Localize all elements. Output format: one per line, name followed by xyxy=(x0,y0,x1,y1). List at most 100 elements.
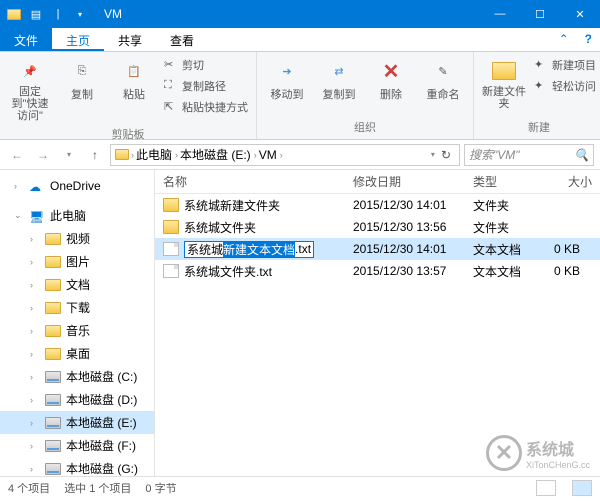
help-icon[interactable]: ? xyxy=(577,28,600,51)
path-icon: ⛶ xyxy=(164,79,178,93)
ribbon-tabs: 文件 主页 共享 查看 ⌃ ? xyxy=(0,28,600,52)
refresh-button[interactable]: ↻ xyxy=(437,148,455,162)
window-title: VM xyxy=(94,7,480,21)
back-button[interactable]: ← xyxy=(6,144,28,166)
file-row[interactable]: 系统城新建文件夹 2015/12/30 14:01 文件夹 xyxy=(155,194,600,216)
pc-icon: 🖥 xyxy=(29,210,45,222)
qat-dropdown-icon[interactable]: ▾ xyxy=(72,6,88,22)
easy-access-icon: ✦ xyxy=(534,79,548,93)
cloud-icon: ☁ xyxy=(29,180,45,192)
tree-downloads[interactable]: ›下载 xyxy=(0,296,154,319)
tree-pictures[interactable]: ›图片 xyxy=(0,250,154,273)
crumb-folder[interactable]: VM› xyxy=(259,148,283,162)
file-row-editing[interactable]: 系统城新建文本文档.txt 2015/12/30 14:01 文本文档 0 KB xyxy=(155,238,600,260)
tab-share[interactable]: 共享 xyxy=(104,28,156,51)
status-count: 4 个项目 xyxy=(8,480,50,496)
copy-path-button[interactable]: ⛶复制路径 xyxy=(162,77,250,95)
tree-drive-e[interactable]: ›本地磁盘 (E:) xyxy=(0,411,154,434)
status-selected: 选中 1 个项目 xyxy=(64,480,131,496)
copy-to-button[interactable]: ⇄复制到 xyxy=(315,56,363,104)
qat-divider: | xyxy=(50,6,66,22)
crumb-pc[interactable]: 此电脑› xyxy=(136,146,178,163)
tab-home[interactable]: 主页 xyxy=(52,28,104,51)
view-details-button[interactable] xyxy=(536,480,556,496)
close-button[interactable]: ✕ xyxy=(560,0,600,28)
address-bar[interactable]: › 此电脑› 本地磁盘 (E:)› VM› ▾ ↻ xyxy=(110,144,460,166)
easy-access-button[interactable]: ✦轻松访问 xyxy=(532,77,598,95)
folder-icon xyxy=(6,6,22,22)
navbar: ← → ▾ ↑ › 此电脑› 本地磁盘 (E:)› VM› ▾ ↻ 搜索"VM"… xyxy=(0,140,600,170)
cut-icon: ✂ xyxy=(164,58,178,72)
statusbar: 4 个项目 选中 1 个项目 0 字节 xyxy=(0,476,600,499)
tree-onedrive[interactable]: ›☁OneDrive xyxy=(0,176,154,196)
rename-input[interactable]: 系统城新建文本文档.txt xyxy=(184,241,314,258)
folder-icon xyxy=(45,233,61,245)
tree-drive-f[interactable]: ›本地磁盘 (F:) xyxy=(0,434,154,457)
up-button[interactable]: ↑ xyxy=(84,144,106,166)
file-row[interactable]: 系统城文件夹.txt 2015/12/30 13:57 文本文档 0 KB xyxy=(155,260,600,282)
drive-icon xyxy=(45,463,61,475)
rename-icon: ✎ xyxy=(429,58,457,84)
search-icon: 🔍 xyxy=(574,148,589,162)
minimize-button[interactable]: — xyxy=(480,0,520,28)
column-headers[interactable]: 名称 修改日期 类型 大小 xyxy=(155,170,600,194)
tree-videos[interactable]: ›视频 xyxy=(0,227,154,250)
folder-icon xyxy=(45,279,61,291)
properties-icon[interactable]: ▤ xyxy=(28,6,44,22)
addr-folder-icon xyxy=(115,149,129,160)
tree-desktop[interactable]: ›桌面 xyxy=(0,342,154,365)
text-file-icon xyxy=(163,242,179,256)
drive-icon xyxy=(45,440,61,452)
copy-icon: ⎘ xyxy=(68,58,96,84)
col-type[interactable]: 类型 xyxy=(465,173,545,190)
delete-button[interactable]: ✕删除 xyxy=(367,56,415,104)
text-file-icon xyxy=(163,264,179,278)
col-date[interactable]: 修改日期 xyxy=(345,173,465,190)
col-name[interactable]: 名称 xyxy=(155,173,345,190)
new-folder-button[interactable]: 新建文件夹 xyxy=(480,56,528,112)
drive-icon xyxy=(45,394,61,406)
tree-music[interactable]: ›音乐 xyxy=(0,319,154,342)
tree-thispc[interactable]: ⌄🖥此电脑 xyxy=(0,204,154,227)
shortcut-icon: ⇱ xyxy=(164,100,178,114)
maximize-button[interactable]: ☐ xyxy=(520,0,560,28)
folder-icon xyxy=(45,302,61,314)
pin-icon: 📌 xyxy=(16,58,44,84)
folder-icon xyxy=(163,220,179,234)
copyto-icon: ⇄ xyxy=(325,58,353,84)
copy-button[interactable]: ⎘ 复制 xyxy=(58,56,106,104)
drive-icon xyxy=(45,371,61,383)
cut-button[interactable]: ✂剪切 xyxy=(162,56,250,74)
navigation-tree[interactable]: ›☁OneDrive ⌄🖥此电脑 ›视频 ›图片 ›文档 ›下载 ›音乐 ›桌面… xyxy=(0,170,155,476)
tree-documents[interactable]: ›文档 xyxy=(0,273,154,296)
recent-dropdown[interactable]: ▾ xyxy=(58,144,80,166)
paste-button[interactable]: 📋 粘贴 xyxy=(110,56,158,104)
addr-dropdown-icon[interactable]: ▾ xyxy=(431,150,435,159)
delete-icon: ✕ xyxy=(377,58,405,84)
tree-drive-c[interactable]: ›本地磁盘 (C:) xyxy=(0,365,154,388)
folder-icon xyxy=(45,256,61,268)
search-input[interactable]: 搜索"VM" 🔍 xyxy=(464,144,594,166)
move-icon: ➔ xyxy=(273,58,301,84)
file-list[interactable]: 系统城新建文件夹 2015/12/30 14:01 文件夹 系统城文件夹 201… xyxy=(155,194,600,282)
pin-button[interactable]: 📌 固定到"快速访问" xyxy=(6,56,54,124)
tree-drive-g[interactable]: ›本地磁盘 (G:) xyxy=(0,457,154,476)
col-size[interactable]: 大小 xyxy=(545,173,600,190)
forward-button[interactable]: → xyxy=(32,144,54,166)
tab-view[interactable]: 查看 xyxy=(156,28,208,51)
titlebar: ▤ | ▾ VM — ☐ ✕ xyxy=(0,0,600,28)
file-row[interactable]: 系统城文件夹 2015/12/30 13:56 文件夹 xyxy=(155,216,600,238)
folder-icon xyxy=(163,198,179,212)
ribbon-collapse-icon[interactable]: ⌃ xyxy=(551,28,577,51)
new-item-button[interactable]: ✦新建项目 xyxy=(532,56,598,74)
drive-icon xyxy=(45,417,61,429)
move-to-button[interactable]: ➔移动到 xyxy=(263,56,311,104)
view-icons-button[interactable] xyxy=(572,480,592,496)
paste-shortcut-button[interactable]: ⇱粘贴快捷方式 xyxy=(162,98,250,116)
new-item-icon: ✦ xyxy=(534,58,548,72)
tab-file[interactable]: 文件 xyxy=(0,28,52,51)
crumb-drive[interactable]: 本地磁盘 (E:)› xyxy=(180,146,257,163)
tree-drive-d[interactable]: ›本地磁盘 (D:) xyxy=(0,388,154,411)
folder-icon xyxy=(45,348,61,360)
rename-button[interactable]: ✎重命名 xyxy=(419,56,467,104)
